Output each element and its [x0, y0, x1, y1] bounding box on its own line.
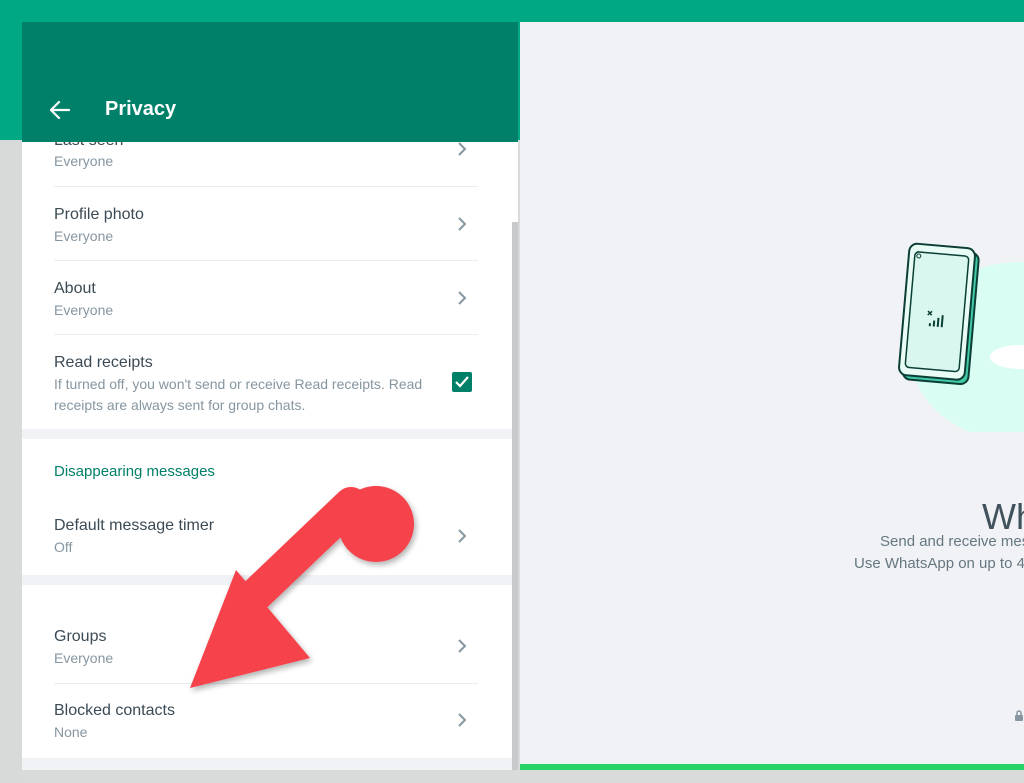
chevron-right-icon	[458, 713, 467, 727]
row-about[interactable]: About Everyone	[54, 261, 478, 335]
chevron-right-icon	[458, 291, 467, 305]
row-profile-photo[interactable]: Profile photo Everyone	[54, 187, 478, 261]
page-title: Privacy	[105, 98, 177, 120]
row-groups[interactable]: Groups Everyone	[54, 610, 478, 684]
chevron-right-icon	[458, 529, 467, 543]
visibility-section: Last seen Everyone Profile photo Everyon…	[22, 142, 512, 429]
row-label: Profile photo	[54, 206, 144, 223]
row-value: Everyone	[54, 153, 114, 169]
row-label: Blocked contacts	[54, 702, 175, 719]
disappearing-section: Disappearing messages Default message ti…	[22, 439, 512, 575]
row-default-message-timer[interactable]: Default message timer Off	[54, 501, 478, 575]
row-value: Off	[54, 539, 73, 555]
row-read-receipts[interactable]: Read receipts If turned off, you won't s…	[54, 335, 478, 429]
row-label: Groups	[54, 628, 107, 645]
row-value: Everyone	[54, 228, 114, 244]
phone-illustration	[898, 242, 1024, 432]
lock-icon	[1015, 710, 1023, 721]
row-last-seen[interactable]: Last seen Everyone	[54, 142, 478, 187]
left-gutter	[0, 140, 22, 783]
other-section: Groups Everyone Blocked contacts None	[22, 585, 512, 758]
row-description: If turned off, you won't send or receive…	[54, 376, 423, 413]
intro-line-2: Use WhatsApp on up to 4	[854, 555, 1024, 572]
row-value: Everyone	[54, 302, 114, 318]
chevron-right-icon	[458, 142, 467, 156]
intro-line-1: Send and receive mes	[880, 533, 1024, 550]
checkmark-icon	[455, 376, 469, 388]
section-heading: Disappearing messages	[54, 463, 215, 480]
read-receipts-checkbox[interactable]	[452, 372, 472, 392]
row-label: Read receipts	[54, 354, 153, 371]
intro-bottom-bar	[520, 764, 1024, 770]
back-button[interactable]	[46, 96, 74, 124]
scrollbar-thumb[interactable]	[512, 222, 518, 770]
row-value: Everyone	[54, 650, 114, 666]
row-blocked-contacts[interactable]: Blocked contacts None	[54, 684, 478, 758]
intro-title: Wh	[982, 496, 1024, 537]
settings-scroll-area: Last seen Everyone Profile photo Everyon…	[22, 142, 512, 770]
row-label: Last seen	[54, 142, 123, 150]
chevron-right-icon	[458, 217, 467, 231]
privacy-drawer: Privacy Last seen Everyone Profile photo…	[22, 22, 518, 770]
drawer-header: Privacy	[22, 22, 518, 142]
row-value: None	[54, 724, 88, 740]
row-label: Default message timer	[54, 517, 215, 534]
row-label: About	[54, 280, 96, 297]
chevron-right-icon	[458, 639, 467, 653]
arrow-left-icon	[50, 101, 70, 119]
intro-panel: Wh Send and receive mes Use WhatsApp on …	[520, 22, 1024, 766]
